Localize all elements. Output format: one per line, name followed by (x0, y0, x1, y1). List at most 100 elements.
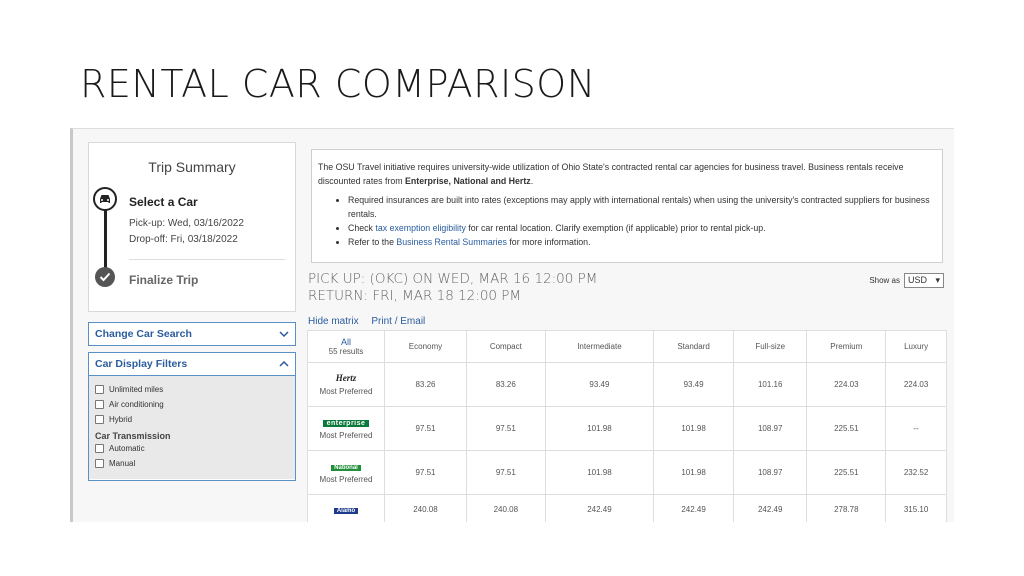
vendor-cell[interactable]: Alamo (307, 494, 385, 522)
car-transmission-title: Car Transmission (95, 431, 171, 441)
rate-cell[interactable]: 242.49 (732, 494, 808, 522)
currency-select[interactable]: USD ▾ (904, 273, 944, 288)
chevron-down-icon (279, 328, 289, 340)
rate-cell[interactable]: 315.10 (885, 494, 947, 522)
preference-label: Most Preferred (319, 387, 373, 396)
hertz-logo: Hertz (335, 373, 357, 383)
notice-text-end: . (530, 176, 534, 186)
dropoff-date: Drop-off: Fri, 03/18/2022 (129, 234, 238, 245)
rate-cell[interactable]: 224.03 (885, 362, 947, 407)
checkbox[interactable] (95, 385, 104, 394)
rate-cell[interactable]: 97.51 (384, 406, 467, 451)
car-display-filters-panel: Car Display Filters Unlimited miles Air … (88, 352, 296, 481)
trip-summary-title: Trip Summary (148, 159, 236, 175)
enterprise-logo: enterprise (322, 419, 370, 427)
column-header[interactable]: Intermediate (544, 330, 655, 363)
vendor-cell[interactable]: Hertz Most Preferred (307, 362, 385, 407)
tax-exemption-link[interactable]: tax exemption eligibility (375, 223, 465, 233)
national-logo: National (331, 464, 361, 471)
notice-bullet-insurance: Required insurances are built into rates… (348, 193, 936, 221)
filters-body: Unlimited miles Air conditioning Hybrid … (89, 375, 295, 479)
rate-cell[interactable]: 101.98 (653, 406, 734, 451)
car-display-filters-header[interactable]: Car Display Filters (89, 353, 295, 375)
print-email-link[interactable]: Print / Email (371, 316, 425, 327)
notice-list: Required insurances are built into rates… (348, 193, 936, 249)
rate-cell[interactable]: 240.08 (384, 494, 467, 522)
column-header[interactable]: Premium (806, 330, 887, 363)
rate-cell[interactable]: 93.49 (653, 362, 734, 407)
rate-cell: -- (885, 406, 947, 451)
rate-cell[interactable]: 83.26 (384, 362, 467, 407)
table-row: Hertz Most Preferred 83.26 83.26 93.49 9… (307, 362, 947, 407)
filter-manual[interactable]: Manual (95, 456, 289, 471)
rate-cell[interactable]: 108.97 (732, 406, 808, 451)
chevron-down-icon: ▾ (935, 275, 940, 285)
preference-label: Most Preferred (319, 474, 373, 484)
filter-automatic[interactable]: Automatic (95, 441, 289, 456)
rate-cell[interactable]: 97.51 (384, 450, 467, 495)
rate-cell[interactable]: 242.49 (544, 494, 655, 522)
bullet-text: for car rental location. Clarify exempti… (465, 223, 766, 233)
business-rental-summaries-link[interactable]: Business Rental Summaries (396, 237, 507, 247)
notice-paragraph: The OSU Travel initiative requires unive… (318, 160, 936, 188)
results-count: 55 results (328, 347, 364, 356)
bullet-text: for more information. (506, 237, 591, 247)
checkbox[interactable] (95, 415, 104, 424)
vendor-cell[interactable]: enterprise Most Preferred (307, 406, 385, 451)
filter-air-conditioning[interactable]: Air conditioning (95, 397, 289, 412)
rate-cell[interactable]: 224.03 (806, 362, 887, 407)
rate-cell[interactable]: 225.51 (806, 406, 887, 451)
pickup-date: Pick-up: Wed, 03/16/2022 (129, 218, 244, 229)
checkbox[interactable] (95, 400, 104, 409)
step-select-car: Select a Car (129, 195, 198, 209)
change-car-search-panel[interactable]: Change Car Search (88, 322, 296, 346)
rate-cell[interactable]: 83.26 (465, 362, 546, 407)
rate-cell[interactable]: 240.08 (465, 494, 546, 522)
filter-hybrid[interactable]: Hybrid (95, 412, 289, 427)
rate-cell[interactable]: 232.52 (885, 450, 947, 495)
rate-cell[interactable]: 97.51 (465, 406, 546, 451)
rate-cell[interactable]: 97.51 (465, 450, 546, 495)
notice-bullet-tax: Check tax exemption eligibility for car … (348, 221, 936, 235)
preference-label: Most Preferred (319, 430, 373, 440)
divider (129, 259, 285, 260)
column-header[interactable]: Luxury (885, 330, 947, 363)
checkbox[interactable] (95, 444, 104, 453)
column-header[interactable]: Full-size (732, 330, 808, 363)
rate-cell[interactable]: 93.49 (544, 362, 655, 407)
slide-title: RENTAL CAR COMPARISON (80, 62, 596, 106)
matrix-links: Hide matrix Print / Email (308, 316, 435, 327)
column-header[interactable]: Standard (653, 330, 734, 363)
filter-label: Automatic (109, 444, 145, 453)
change-car-search-header[interactable]: Change Car Search (89, 323, 295, 345)
rate-cell[interactable]: 225.51 (806, 450, 887, 495)
rate-cell[interactable]: 101.98 (544, 406, 655, 451)
change-car-search-label: Change Car Search (95, 328, 192, 340)
rate-cell[interactable]: 101.16 (732, 362, 808, 407)
notice-bold: Enterprise, National and Hertz (405, 176, 531, 186)
rate-cell[interactable]: 242.49 (653, 494, 734, 522)
rate-cell[interactable]: 278.78 (806, 494, 887, 522)
column-header[interactable]: Economy (384, 330, 467, 363)
vendor-cell[interactable]: National Most Preferred (307, 450, 385, 495)
checkbox[interactable] (95, 459, 104, 468)
filter-unlimited-miles[interactable]: Unlimited miles (95, 382, 289, 397)
rate-cell[interactable]: 101.98 (653, 450, 734, 495)
rate-matrix-table: All 55 results Economy Compact Intermedi… (307, 330, 947, 522)
column-header[interactable]: Compact (465, 330, 546, 363)
bullet-text: Refer to the (348, 237, 397, 247)
hide-matrix-link[interactable]: Hide matrix (308, 316, 359, 327)
filter-label: Unlimited miles (109, 385, 164, 394)
table-header-row: All 55 results Economy Compact Intermedi… (307, 330, 947, 363)
trip-summary-card: Trip Summary Select a Car Pick-up: Wed, … (88, 142, 296, 312)
all-filter-link[interactable]: All (308, 337, 384, 347)
show-as-label: Show as (869, 276, 900, 285)
alamo-logo: Alamo (333, 508, 359, 514)
filter-label: Manual (109, 459, 136, 468)
rate-cell[interactable]: 101.98 (544, 450, 655, 495)
filter-label: Air conditioning (109, 400, 164, 409)
rate-cell[interactable]: 108.97 (732, 450, 808, 495)
car-display-filters-label: Car Display Filters (95, 358, 188, 370)
all-results-cell[interactable]: All 55 results (307, 330, 385, 363)
chevron-up-icon (279, 358, 289, 370)
